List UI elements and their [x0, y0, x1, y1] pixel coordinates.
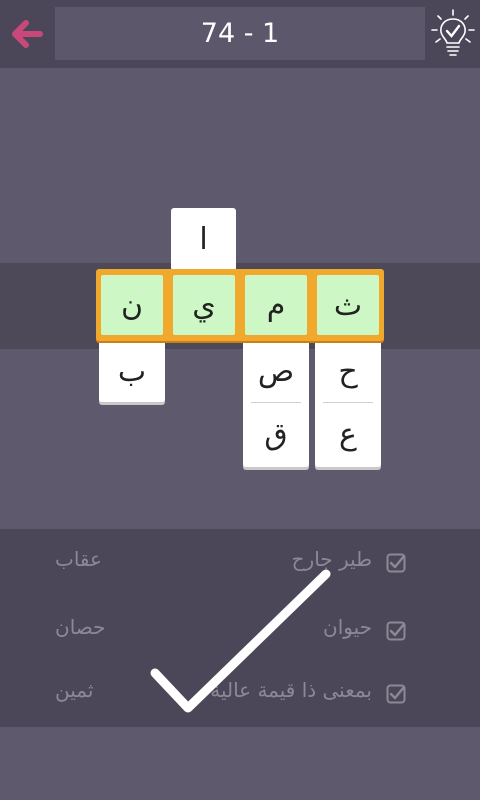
checkbox-checked-icon: [386, 553, 406, 573]
letter-tile[interactable]: ب: [99, 340, 165, 402]
clues-panel: طير جارح عقاب حيوان حصان بمعنى ذا قيمة ع…: [0, 529, 480, 727]
checkbox-checked-icon: [386, 684, 406, 704]
solved-letter-tile: ث: [317, 275, 379, 335]
back-button[interactable]: [6, 12, 50, 56]
letter-tile[interactable]: ق: [243, 403, 309, 465]
solved-letter-tile: م: [245, 275, 307, 335]
level-indicator: 74 - 1: [55, 7, 425, 60]
letter-column-1[interactable]: ب: [99, 340, 165, 402]
letter-tile[interactable]: ع: [315, 403, 381, 465]
clue-row: حيوان حصان: [0, 609, 480, 649]
clue-answer: حصان: [55, 615, 106, 639]
clue-text: طير جارح: [291, 547, 372, 571]
answer-highlight-frame: ن ي م ث: [96, 269, 384, 341]
letter-label: ا: [199, 221, 208, 257]
clue-answer: عقاب: [55, 547, 102, 571]
letter-tile-top[interactable]: ا: [171, 208, 236, 270]
solved-letter-tile: ي: [173, 275, 235, 335]
checkbox-checked-icon: [386, 621, 406, 641]
clue-text: حيوان: [323, 615, 372, 639]
lightbulb-check-icon: [431, 9, 475, 56]
letter-tile[interactable]: ح: [315, 340, 381, 402]
letter-column-4[interactable]: ح ع: [315, 340, 381, 467]
letter-column-3[interactable]: ص ق: [243, 340, 309, 467]
level-label: 74 - 1: [200, 18, 280, 49]
clue-row: طير جارح عقاب: [0, 541, 480, 581]
clue-row: بمعنى ذا قيمة عالية ثمين: [0, 672, 480, 712]
clue-text: بمعنى ذا قيمة عالية: [210, 678, 372, 702]
back-arrow-icon: [12, 20, 43, 48]
hint-button[interactable]: [428, 8, 478, 60]
clue-answer: ثمين: [55, 678, 94, 702]
letter-tile[interactable]: ص: [243, 340, 309, 402]
top-bar: 74 - 1: [0, 0, 480, 68]
solved-letter-tile: ن: [101, 275, 163, 335]
